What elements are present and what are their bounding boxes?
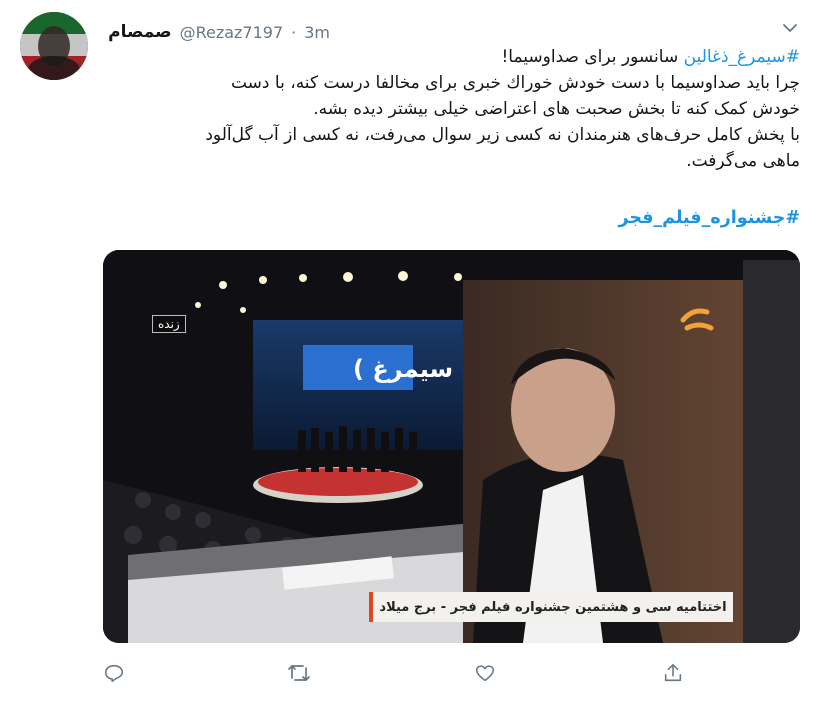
live-badge: زنده [152,315,186,333]
display-name[interactable]: صمصام [108,22,171,42]
user-handle[interactable]: @Rezaz7197 [180,23,284,42]
timestamp[interactable]: 3m [304,23,330,42]
share-icon [664,663,682,682]
retweet-icon [288,665,310,681]
tweet-card[interactable]: صمصام @Rezaz7197 · 3m #سیمرغ_ذغالین سانس… [0,0,824,703]
tweet-text-line1: سانسور برای صداوسیما! [501,47,684,67]
tv-caption-bar: اختتامیه سی و هشتمین جشنواره فیلم فجر - … [369,592,733,622]
avatar-image [20,12,88,80]
tweet-text: #سیمرغ_ذغالین سانسور برای صداوسیما! چرا … [100,44,800,174]
reply-button[interactable] [100,659,128,687]
separator-dot: · [291,22,297,42]
share-button[interactable] [659,659,687,687]
hashtag-link[interactable]: #جشنواره_فیلم_فجر [618,208,800,228]
avatar[interactable] [20,12,88,80]
like-button[interactable] [471,659,499,687]
tweet-text-body: چرا باید صداوسیما با دست خودش خوراك خبری… [205,73,800,171]
heart-icon [475,665,495,682]
tweet-actions [0,645,824,695]
hashtag-link[interactable]: #سیمرغ_ذغالین [684,47,800,67]
tweet-media-photo[interactable]: سیمرغ ) زنده اختتامیه سی و هشتمین جشنوار… [103,250,800,643]
tv-caption-text: اختتامیه سی و هشتمین جشنواره فیلم فجر - … [379,599,727,615]
media-scene [103,250,800,643]
chevron-down-icon [783,24,797,32]
tweet-menu-button[interactable] [776,14,804,42]
reply-icon [104,664,124,683]
screen-title-text: سیمرغ ) [353,355,454,383]
tweet-header: صمصام @Rezaz7197 · 3m [108,19,330,45]
retweet-button[interactable] [285,659,313,687]
